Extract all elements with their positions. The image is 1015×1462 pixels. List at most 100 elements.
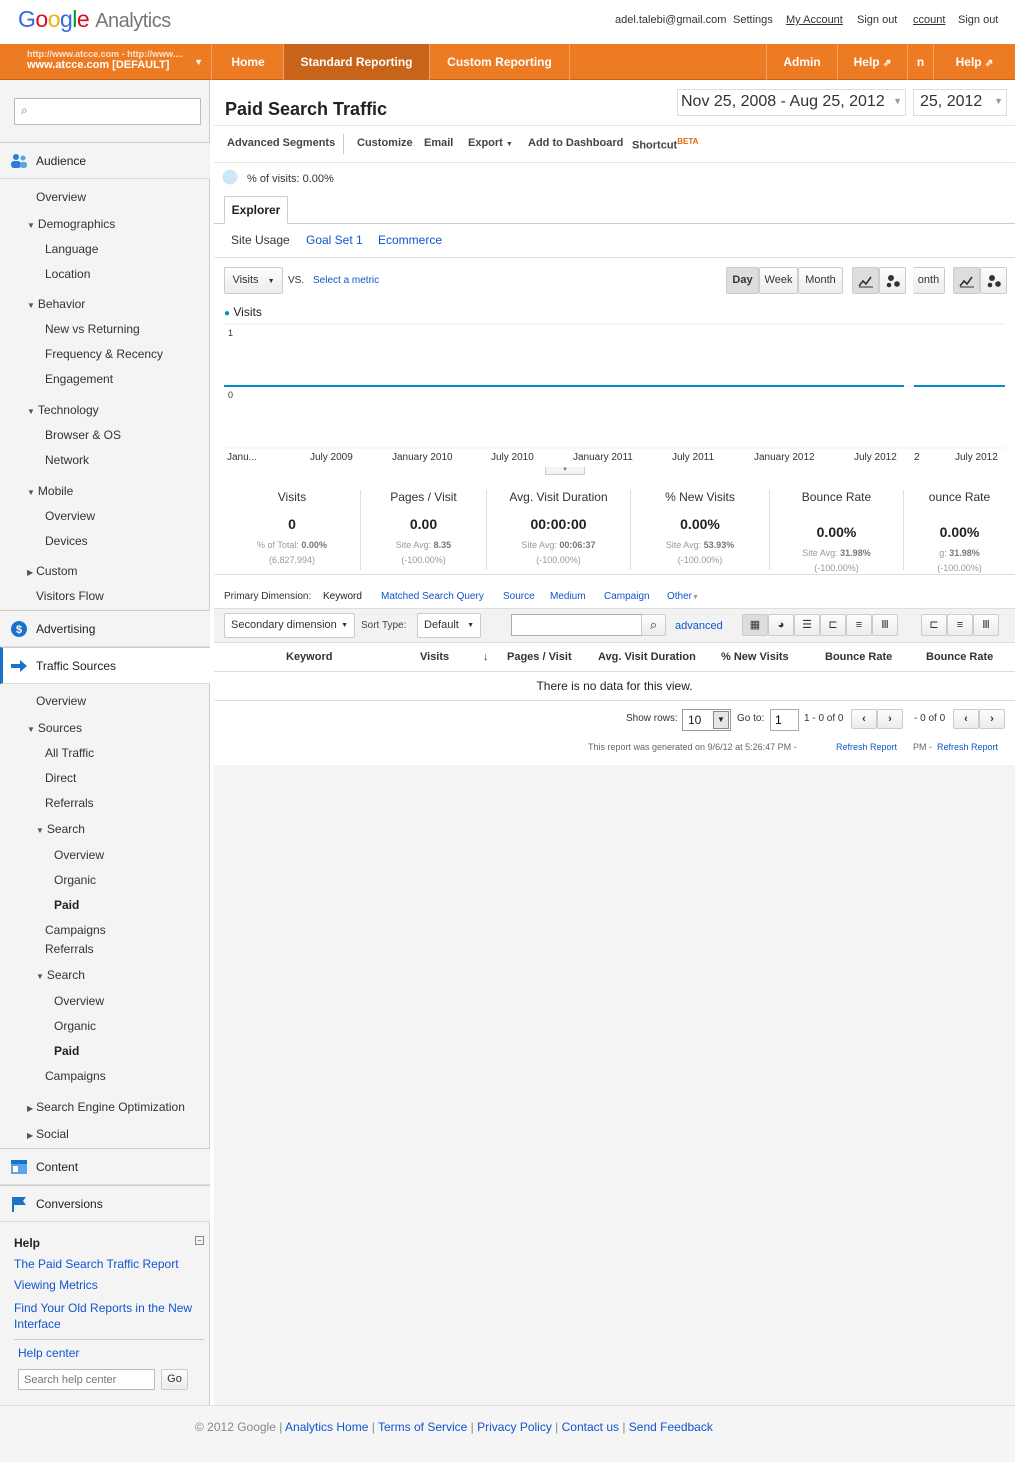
metric-card[interactable]: Avg. Visit Duration 00:00:00 Site Avg: 00:… bbox=[487, 490, 631, 570]
view-pivot-button-2[interactable]: Ⅲ bbox=[973, 614, 999, 636]
sidebar-item-mobile[interactable]: ▼ Mobile bbox=[27, 484, 73, 498]
metric-card[interactable]: Pages / Visit 0.00 Site Avg: 8.35 (-100.00%… bbox=[361, 490, 487, 570]
view-term-cloud-button[interactable]: ≡ bbox=[846, 614, 872, 636]
table-search-button[interactable]: ⌕ bbox=[641, 614, 666, 636]
dimension-keyword[interactable]: Keyword bbox=[323, 591, 362, 602]
sidebar-item-seo[interactable]: ▶ Search Engine Optimization bbox=[27, 1100, 185, 1114]
sidebar-item-mobile-overview[interactable]: Overview bbox=[45, 509, 95, 523]
sort-desc-arrow-icon[interactable]: ↓ bbox=[483, 651, 489, 663]
help-link-paid-search[interactable]: The Paid Search Traffic Report bbox=[14, 1257, 179, 1271]
line-chart-button[interactable] bbox=[852, 267, 879, 294]
sidebar-item-technology[interactable]: ▼ Technology bbox=[27, 403, 99, 417]
sidebar-section-advertising[interactable]: $ Advertising bbox=[0, 610, 210, 647]
column-header[interactable]: Avg. Visit Duration bbox=[598, 651, 696, 663]
advanced-segments-button[interactable]: Advanced Segments bbox=[227, 137, 335, 149]
dimension-campaign[interactable]: Campaign bbox=[604, 591, 650, 602]
motion-chart-button[interactable] bbox=[879, 267, 906, 294]
view-table-button[interactable]: ▦ bbox=[742, 614, 768, 636]
help-go-button[interactable]: Go bbox=[161, 1369, 188, 1390]
sidebar-item-network[interactable]: Network bbox=[45, 453, 89, 467]
sidebar-item-language[interactable]: Language bbox=[45, 242, 98, 256]
metric-card[interactable]: % New Visits 0.00% Site Avg: 53.93% (-100.0… bbox=[631, 490, 770, 570]
sidebar-item-demographics[interactable]: ▼ Demographics bbox=[27, 217, 115, 231]
sidebar-section-audience[interactable]: Audience bbox=[0, 142, 210, 179]
subtab-goal-set-1[interactable]: Goal Set 1 bbox=[306, 233, 363, 247]
sidebar-item-search-overview-2[interactable]: Overview bbox=[54, 994, 104, 1008]
column-header[interactable]: Pages / Visit bbox=[507, 651, 572, 663]
sidebar-item-search-2[interactable]: ▼ Search bbox=[36, 968, 85, 982]
sidebar-item-organic[interactable]: Organic bbox=[54, 873, 96, 887]
shortcut-button[interactable]: ShortcutBETA bbox=[632, 137, 698, 152]
secondary-dimension-select[interactable]: Secondary dimension ▼ bbox=[224, 613, 355, 638]
sidebar-item-engagement[interactable]: Engagement bbox=[45, 372, 113, 386]
sign-out-link-2[interactable]: Sign out bbox=[958, 14, 998, 26]
view-term-cloud-button-2[interactable]: ≡ bbox=[947, 614, 973, 636]
sidebar-item-ts-overview[interactable]: Overview bbox=[36, 694, 86, 708]
rows-per-page-select[interactable]: 10 ▼ bbox=[682, 709, 731, 731]
sidebar-item-location[interactable]: Location bbox=[45, 267, 90, 281]
nav-custom-reporting[interactable]: Custom Reporting bbox=[430, 44, 570, 80]
sidebar-item-campaigns-2[interactable]: Campaigns bbox=[45, 1069, 106, 1083]
sidebar-item-direct[interactable]: Direct bbox=[45, 771, 76, 785]
footer-feedback[interactable]: Send Feedback bbox=[629, 1420, 713, 1434]
column-header[interactable]: % New Visits bbox=[721, 651, 789, 663]
month-button-fragment[interactable]: onth bbox=[913, 267, 945, 294]
sort-type-select[interactable]: Default ▼ bbox=[417, 613, 481, 638]
footer-contact[interactable]: Contact us bbox=[562, 1420, 619, 1434]
sign-out-link[interactable]: Sign out bbox=[857, 14, 897, 26]
sidebar-item-new-vs-returning[interactable]: New vs Returning bbox=[45, 322, 140, 336]
email-button[interactable]: Email bbox=[424, 137, 453, 149]
nav-admin[interactable]: Admin bbox=[766, 44, 838, 80]
prev-page-button[interactable]: ‹ bbox=[851, 709, 877, 729]
sidebar-item-campaigns[interactable]: Campaigns bbox=[45, 923, 106, 937]
column-header[interactable]: Visits bbox=[420, 651, 449, 663]
week-button[interactable]: Week bbox=[759, 267, 798, 294]
column-header[interactable]: Bounce Rate bbox=[825, 651, 892, 663]
go-to-page-input[interactable] bbox=[770, 709, 799, 731]
collapse-icon[interactable]: − bbox=[195, 1236, 204, 1245]
customize-button[interactable]: Customize bbox=[357, 137, 413, 149]
help-search-input[interactable] bbox=[18, 1369, 155, 1390]
subtab-ecommerce[interactable]: Ecommerce bbox=[378, 233, 442, 247]
nav-help-2[interactable]: Help ⇗ bbox=[934, 44, 1015, 80]
table-filter-input[interactable] bbox=[511, 614, 642, 636]
sidebar-item-search[interactable]: ▼ Search bbox=[36, 822, 85, 836]
sidebar-item-devices[interactable]: Devices bbox=[45, 534, 88, 548]
sidebar-section-conversions[interactable]: Conversions bbox=[0, 1185, 210, 1222]
sidebar-item-overview[interactable]: Overview bbox=[36, 190, 86, 204]
visits-line-chart[interactable]: 1 0 bbox=[214, 320, 1015, 470]
sidebar-item-browser-os[interactable]: Browser & OS bbox=[45, 428, 121, 442]
my-account-link[interactable]: My Account bbox=[786, 14, 843, 26]
view-comparison-button[interactable]: ⊏ bbox=[820, 614, 846, 636]
subtab-site-usage[interactable]: Site Usage bbox=[231, 233, 290, 247]
tab-explorer[interactable]: Explorer bbox=[224, 196, 288, 224]
sidebar-item-paid-2[interactable]: Paid bbox=[54, 1044, 79, 1058]
nav-standard-reporting[interactable]: Standard Reporting bbox=[284, 44, 430, 80]
profile-selector[interactable]: http://www.atcce.com - http://www.... ww… bbox=[0, 44, 212, 80]
account-link-fragment[interactable]: ccount bbox=[913, 14, 945, 26]
view-pivot-button[interactable]: Ⅲ bbox=[872, 614, 898, 636]
metric-select[interactable]: Visits ▼ bbox=[224, 267, 283, 294]
export-button[interactable]: Export ▼ bbox=[468, 137, 513, 149]
sidebar-item-organic-2[interactable]: Organic bbox=[54, 1019, 96, 1033]
sidebar-item-sources[interactable]: ▼ Sources bbox=[27, 721, 82, 735]
dimension-source[interactable]: Source bbox=[503, 591, 535, 602]
date-range-picker[interactable]: Nov 25, 2008 - Aug 25, 2012 ▼ bbox=[677, 89, 906, 116]
nav-home[interactable]: Home bbox=[213, 44, 284, 80]
sidebar-item-custom[interactable]: ▶ Custom bbox=[27, 564, 78, 578]
date-range-picker-fragment[interactable]: 25, 2012 ▼ bbox=[913, 89, 1007, 116]
add-to-dashboard-button[interactable]: Add to Dashboard bbox=[528, 137, 623, 149]
column-header[interactable]: Bounce Rate bbox=[926, 651, 993, 663]
dimension-matched-search-query[interactable]: Matched Search Query bbox=[381, 591, 484, 602]
advanced-filter-link[interactable]: advanced bbox=[675, 620, 723, 632]
sidebar-item-visitors-flow[interactable]: Visitors Flow bbox=[36, 589, 104, 603]
help-center-link[interactable]: Help center bbox=[18, 1346, 79, 1360]
footer-terms[interactable]: Terms of Service bbox=[378, 1420, 467, 1434]
line-chart-button-2[interactable] bbox=[953, 267, 980, 294]
settings-link[interactable]: Settings bbox=[733, 14, 773, 26]
sidebar-item-referrals-2[interactable]: Referrals bbox=[45, 942, 94, 956]
view-bar-button[interactable]: ☰ bbox=[794, 614, 820, 636]
motion-chart-button-2[interactable] bbox=[980, 267, 1007, 294]
refresh-report-link-2[interactable]: Refresh Report bbox=[937, 742, 998, 752]
help-link-viewing-metrics[interactable]: Viewing Metrics bbox=[14, 1278, 98, 1292]
